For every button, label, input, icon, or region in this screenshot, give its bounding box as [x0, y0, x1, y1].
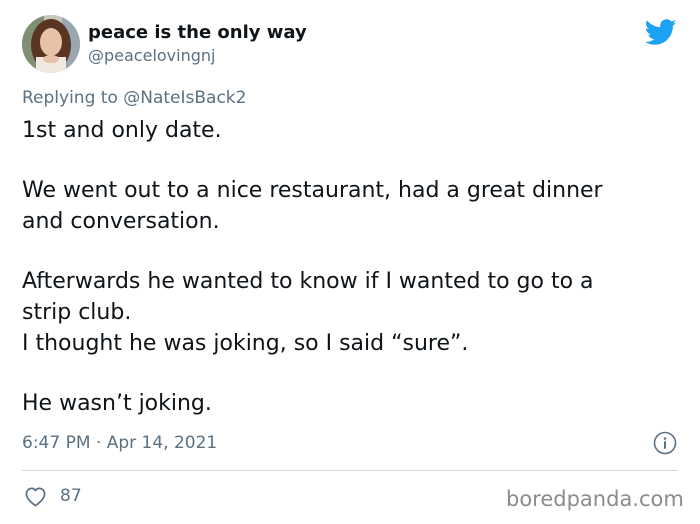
author-handle[interactable]: @peacelovingnj: [88, 46, 215, 66]
tweet-text-line: We went out to a nice restaurant, had a …: [22, 178, 603, 203]
avatar[interactable]: [22, 15, 80, 73]
tweet-text-line: and conversation.: [22, 209, 220, 234]
tweet-text-line: He wasn’t joking.: [22, 391, 212, 416]
author-display-name[interactable]: peace is the only way: [88, 22, 307, 44]
reply-target-link[interactable]: @NateIsBack2: [123, 88, 246, 108]
twitter-bird-icon: [644, 19, 677, 46]
divider: [22, 470, 678, 471]
tweet-card: peace is the only way @peacelovingnj Rep…: [0, 0, 700, 524]
tweet-text-line: 1st and only date.: [22, 118, 222, 143]
replying-to: Replying to @NateIsBack2: [22, 86, 246, 110]
info-icon[interactable]: [653, 431, 677, 455]
watermark: boredpanda.com: [506, 487, 684, 511]
like-count[interactable]: 87: [60, 484, 82, 508]
replying-to-label: Replying to: [22, 88, 118, 108]
heart-icon[interactable]: [24, 486, 47, 507]
tweet-text-line: strip club.: [22, 300, 132, 325]
tweet-text-line: Afterwards he wanted to know if I wanted…: [22, 269, 594, 294]
tweet-text: 1st and only date. We went out to a nice…: [22, 115, 682, 419]
tweet-timestamp[interactable]: 6:47 PM · Apr 14, 2021: [22, 431, 217, 455]
tweet-text-line: I thought he was joking, so I said “sure…: [22, 331, 469, 356]
